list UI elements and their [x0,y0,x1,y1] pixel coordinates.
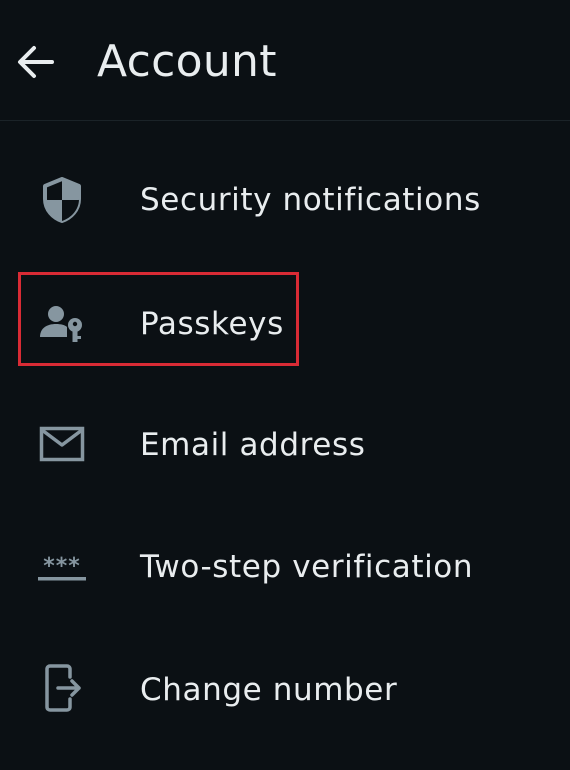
page-title: Account [97,36,277,87]
arrow-left-icon [18,46,54,78]
menu-item-label: Two-step verification [140,549,474,585]
menu-item-label: Change number [140,672,398,708]
menu-item-label: Security notifications [140,182,481,218]
menu-item-two-step-verification[interactable]: *** Two-step verification [0,518,570,618]
menu-item-label: Passkeys [140,306,284,342]
menu-item-security-notifications[interactable]: Security notifications [0,152,570,252]
envelope-icon [36,418,88,470]
menu-item-email-address[interactable]: Email address [0,396,570,496]
menu-item-change-number[interactable]: Change number [0,640,570,740]
menu-item-label: Email address [140,427,366,463]
app-bar: Account [0,0,570,120]
menu-item-passkeys[interactable]: Passkeys [0,274,570,374]
header-divider [0,120,570,121]
svg-text:***: *** [43,554,81,579]
password-dots-icon: *** [36,542,88,594]
account-settings-screen: Account Security notifications Passkeys … [0,0,570,770]
shield-icon [36,174,88,226]
back-button[interactable] [14,40,58,84]
person-key-icon [36,298,88,350]
phone-transfer-icon [36,662,88,714]
